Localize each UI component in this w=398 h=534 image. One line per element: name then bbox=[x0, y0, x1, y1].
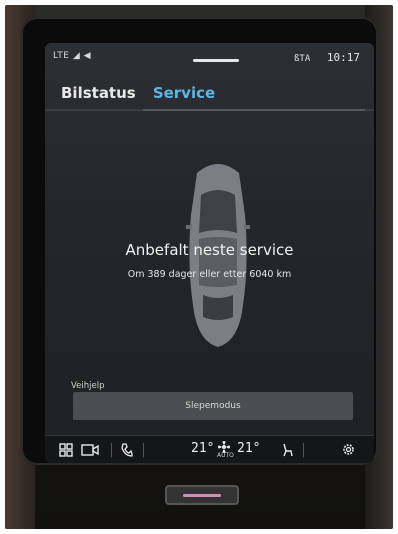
tab-bar: Bilstatus Service bbox=[61, 83, 227, 105]
auto-label: AUTO bbox=[217, 452, 234, 459]
pull-down-handle[interactable] bbox=[193, 59, 239, 62]
grid-icon[interactable] bbox=[59, 443, 73, 457]
service-message: Anbefalt neste service Om 389 dager elle… bbox=[45, 241, 374, 280]
cradle-light bbox=[183, 494, 221, 497]
left-temperature[interactable]: 21° bbox=[191, 441, 214, 456]
photo: LTE ◢ ◀ ßTA 10:17 Bilstatus Service Anbe… bbox=[5, 5, 393, 529]
roadside-section-label: Veihjelp bbox=[71, 381, 105, 391]
display-bezel: LTE ◢ ◀ ßTA 10:17 Bilstatus Service Anbe… bbox=[21, 17, 378, 465]
tow-mode-button[interactable]: Slepemodus bbox=[73, 392, 353, 420]
status-bar: LTE ◢ ◀ ßTA 10:17 bbox=[45, 43, 374, 71]
camera-icon[interactable] bbox=[81, 444, 99, 456]
tab-divider-highlight bbox=[143, 109, 365, 111]
climate-dock: 21° AUTO 21° bbox=[45, 435, 374, 463]
signal-indicators: LTE ◢ ◀ bbox=[53, 51, 92, 61]
tab-service[interactable]: Service bbox=[153, 84, 215, 102]
dock-separator bbox=[111, 443, 112, 457]
seat-heat-icon[interactable] bbox=[281, 443, 293, 457]
clock: 10:17 bbox=[326, 51, 360, 64]
dock-separator bbox=[303, 443, 304, 457]
tab-bilstatus[interactable]: Bilstatus bbox=[61, 84, 136, 102]
infotainment-screen: LTE ◢ ◀ ßTA 10:17 Bilstatus Service Anbe… bbox=[45, 43, 374, 463]
settings-icon[interactable] bbox=[341, 442, 356, 457]
status-right: ßTA 10:17 bbox=[294, 51, 360, 64]
phone-icon[interactable] bbox=[121, 443, 133, 457]
service-subtitle: Om 389 dager eller etter 6040 km bbox=[127, 269, 292, 280]
right-temperature[interactable]: 21° bbox=[237, 441, 260, 456]
network-indicator: ßTA bbox=[293, 54, 311, 64]
service-title: Anbefalt neste service bbox=[125, 241, 294, 259]
dock-separator bbox=[143, 443, 144, 457]
